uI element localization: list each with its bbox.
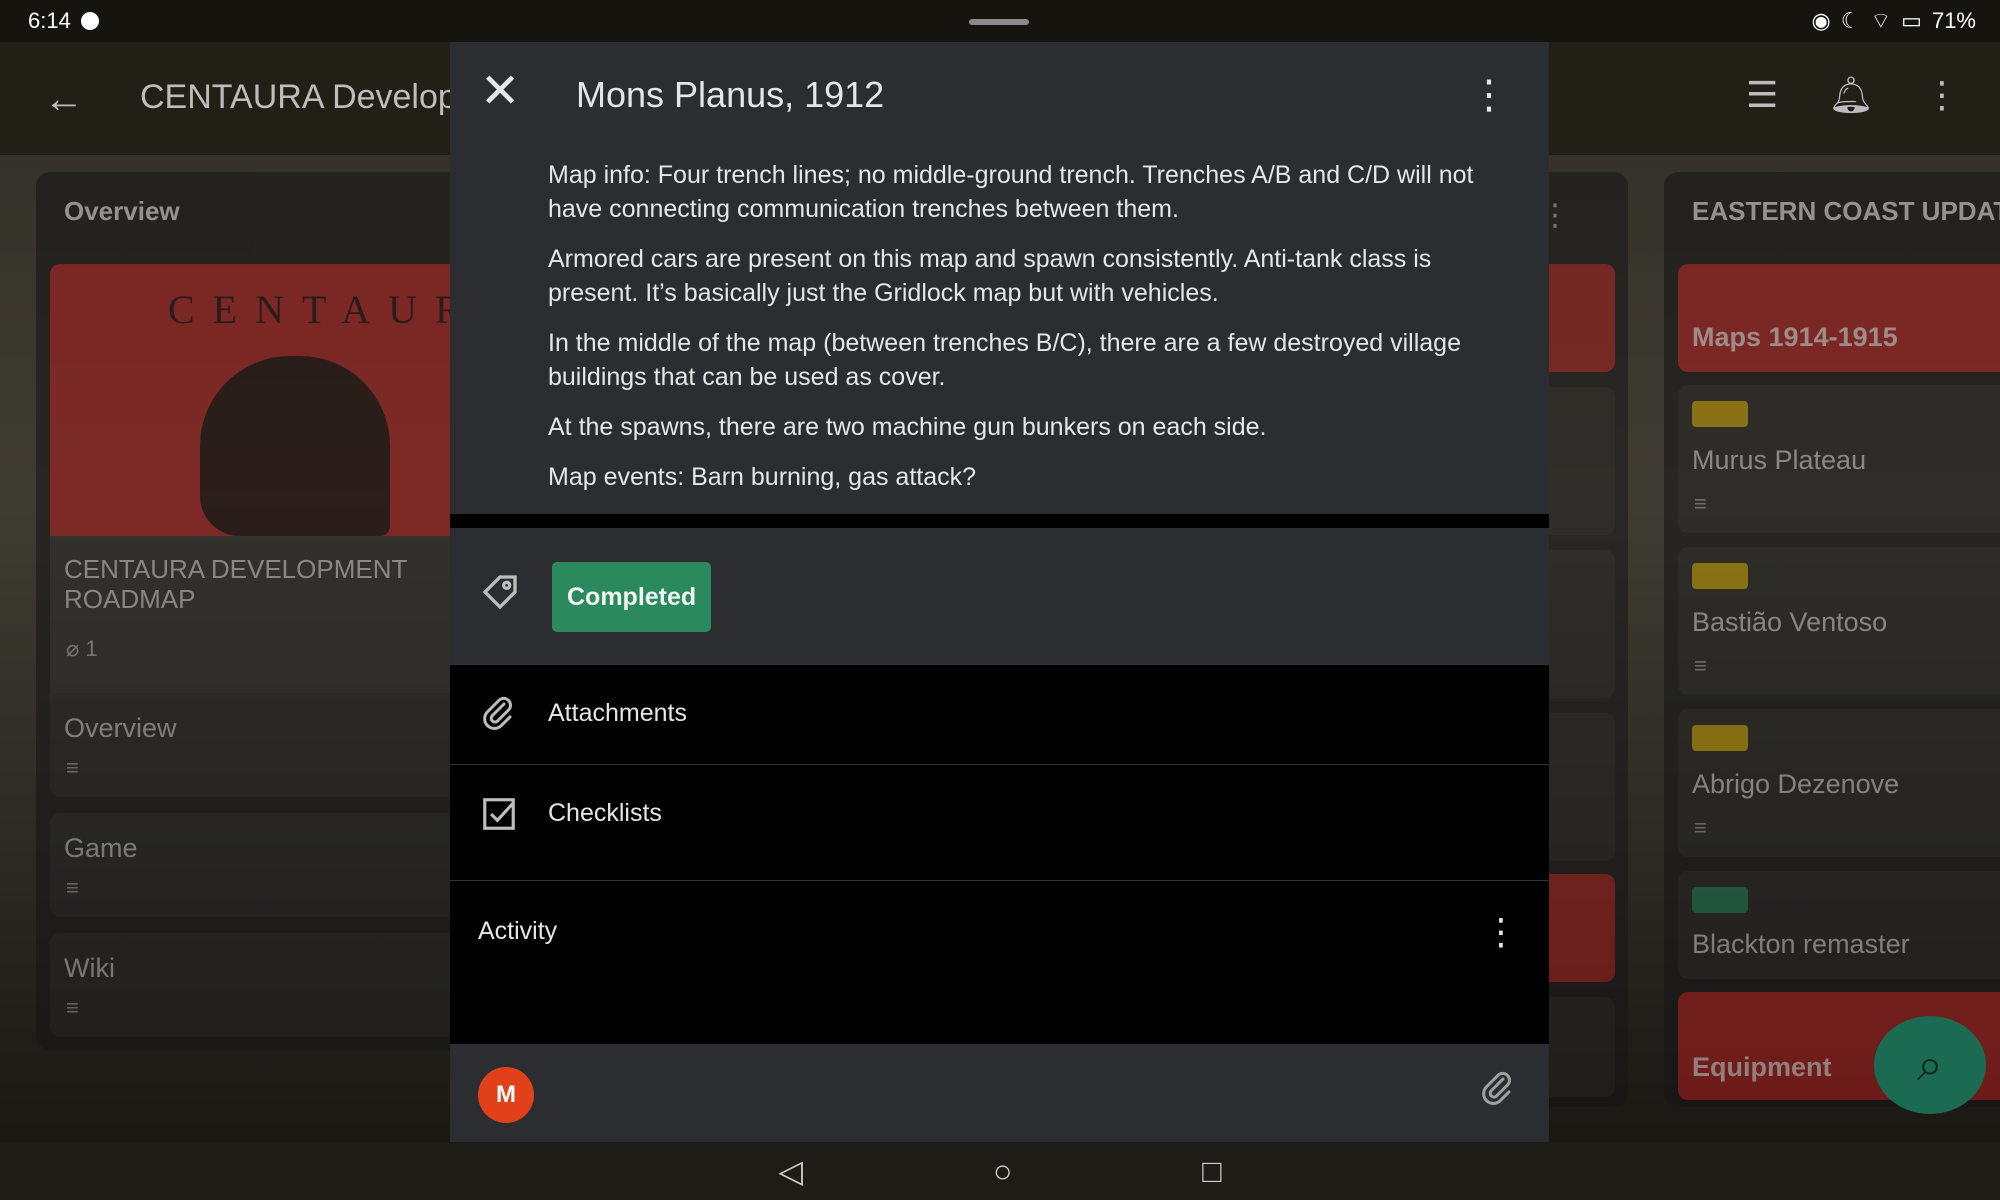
comment-bar[interactable]: M — [450, 1044, 1549, 1142]
list-header: Overview — [64, 196, 180, 226]
card-title: Maps 1914-1915 — [1692, 322, 1898, 352]
card-blackton-remaster[interactable]: Blackton remaster — [1678, 871, 2000, 979]
cover-logo-text: CENTAURA — [168, 287, 480, 332]
card-murus-plateau[interactable]: Murus Plateau ≡ — [1678, 385, 2000, 533]
card-cover-image: CENTAURA — [50, 264, 480, 536]
checklists-row[interactable]: Checklists — [450, 764, 1549, 864]
card-title: Wiki — [64, 953, 115, 983]
list-eastern-coast: EASTERN COAST UPDAT Maps 1914-1915 Murus… — [1664, 172, 2000, 1107]
description-icon: ≡ — [1694, 491, 1707, 516]
description-icon: ≡ — [1694, 815, 1707, 840]
system-nav-bar: ◁ ○ □ — [0, 1142, 2000, 1200]
back-arrow-icon[interactable]: ← — [44, 77, 84, 122]
card-title: Abrigo Dezenove — [1692, 769, 1900, 799]
card-title: Bastião Ventoso — [1692, 607, 1888, 637]
label-swatch — [1692, 401, 1748, 427]
list-header: EASTERN COAST UPDAT — [1692, 196, 2000, 226]
board-title: CENTAURA Develop — [140, 78, 457, 116]
nav-recents-icon[interactable]: □ — [1202, 1153, 1221, 1190]
status-time: 6:14 — [28, 8, 71, 33]
checkbox-icon — [480, 795, 518, 833]
card-description[interactable]: Map info: Four trench lines; no middle-g… — [450, 154, 1549, 514]
attachments-label: Attachments — [548, 699, 687, 727]
zoom-search-icon: ⌕ — [1917, 1038, 1943, 1090]
moon-icon: ☾ — [1840, 8, 1861, 33]
bell-icon[interactable]: 🔔︎ — [1828, 74, 1874, 116]
eye-icon: ◉ — [1811, 8, 1831, 33]
soldier-silhouette — [200, 356, 390, 536]
nav-back-icon[interactable]: ◁ — [778, 1152, 803, 1190]
checklists-label: Checklists — [548, 799, 662, 827]
wifi-icon: ⌔ — [1870, 8, 1892, 33]
more-vert-icon[interactable]: ⋮ — [1483, 911, 1519, 953]
label-tag-icon — [480, 572, 520, 612]
filter-icon[interactable]: ☰ — [1746, 74, 1778, 116]
description-paragraph: Armored cars are present on this map and… — [548, 245, 1432, 307]
card-overview[interactable]: Overview ≡ — [50, 693, 480, 797]
battery-percent: 71% — [1931, 8, 1976, 33]
messenger-icon — [80, 12, 99, 30]
description-icon: ≡ — [1694, 653, 1707, 678]
label-swatch — [1692, 563, 1748, 589]
description-paragraph: Map events: Barn burning, gas attack? — [548, 463, 977, 491]
attachments-row[interactable]: Attachments — [450, 664, 1549, 764]
description-paragraph: In the middle of the map (between trench… — [548, 329, 1461, 391]
labels-section[interactable]: Completed — [450, 528, 1549, 664]
paperclip-icon: ⌀ — [66, 636, 80, 661]
description-icon: ≡ — [66, 875, 79, 900]
card-roadmap[interactable]: CENTAURA CENTAURA DEVELOPMENT ROADMAP ⌀ … — [50, 264, 480, 712]
card-title: Equipment — [1692, 1052, 1832, 1082]
card-title: Blackton remaster — [1692, 929, 1910, 959]
nav-home-icon[interactable]: ○ — [993, 1153, 1012, 1190]
card-detail-title[interactable]: Mons Planus, 1912 — [576, 74, 884, 116]
dialog-header: ✕ Mons Planus, 1912 ⋮ — [450, 42, 1549, 154]
paperclip-icon — [480, 695, 516, 731]
attach-comment-icon[interactable] — [1479, 1070, 1515, 1106]
avatar[interactable]: M — [478, 1067, 534, 1123]
more-vert-icon[interactable]: ⋮ — [1924, 74, 1960, 116]
close-icon[interactable]: ✕ — [480, 68, 520, 116]
description-icon: ≡ — [66, 755, 79, 780]
search-fab[interactable]: ⌕ — [1874, 1016, 1986, 1114]
attachment-count: 1 — [85, 636, 98, 661]
attachment-badge: ⌀ 1 — [66, 636, 98, 662]
card-title: CENTAURA DEVELOPMENT ROADMAP — [64, 554, 407, 614]
description-paragraph: Map info: Four trench lines; no middle-g… — [548, 161, 1474, 223]
label-swatch — [1692, 887, 1748, 913]
card-title: Game — [64, 833, 138, 863]
card-wiki[interactable]: Wiki ≡ — [50, 933, 480, 1037]
divider — [450, 514, 1549, 528]
activity-label: Activity — [478, 917, 558, 945]
drag-handle[interactable] — [969, 19, 1029, 25]
card-title: Overview — [64, 713, 177, 743]
card-maps-1914-1915[interactable]: Maps 1914-1915 — [1678, 264, 2000, 372]
list-overview: Overview CENTAURA CENTAURA DEVELOPMENT R… — [36, 172, 486, 1050]
card-bastiao-ventoso[interactable]: Bastião Ventoso ≡ — [1678, 547, 2000, 695]
card-title: Murus Plateau — [1692, 445, 1867, 475]
more-vert-icon[interactable]: ⋮ — [1469, 72, 1509, 118]
description-paragraph: At the spawns, there are two machine gun… — [548, 413, 1267, 441]
label-swatch — [1692, 725, 1748, 751]
battery-icon: ▭ — [1901, 8, 1922, 33]
description-icon: ≡ — [66, 995, 79, 1020]
card-abrigo-dezenove[interactable]: Abrigo Dezenove ≡ — [1678, 709, 2000, 857]
card-detail-dialog: ✕ Mons Planus, 1912 ⋮ Map info: Four tre… — [450, 42, 1549, 1142]
card-game[interactable]: Game ≡ — [50, 813, 480, 917]
label-chip-completed[interactable]: Completed — [552, 562, 712, 632]
